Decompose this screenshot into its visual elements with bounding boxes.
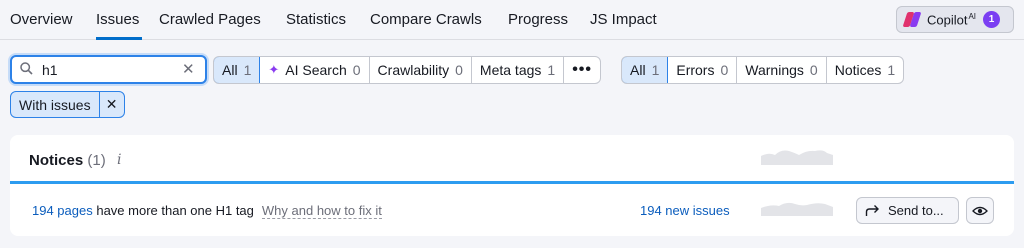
active-filter-chip: With issues ✕ [10,91,125,118]
tab-js-impact[interactable]: JS Impact [590,11,657,28]
tab-compare-crawls[interactable]: Compare Crawls [370,11,482,28]
active-tab-indicator [96,37,142,40]
more-categories-button[interactable]: ••• [564,57,600,83]
trend-sparkline-row [761,202,833,216]
search-value: h1 [42,62,58,78]
how-to-fix-link[interactable]: Why and how to fix it [261,203,382,219]
issue-description: have more than one H1 tag [92,203,254,218]
copilot-label: CopilotAI [927,11,977,28]
forward-arrow-icon [865,205,879,216]
remove-filter-icon[interactable]: ✕ [100,92,124,117]
tab-issues[interactable]: Issues [96,11,139,28]
category-crawlability[interactable]: Crawlability 0 [370,57,472,83]
top-navigation: Overview Issues Crawled Pages Statistics… [0,0,1024,40]
copilot-badge: 1 [983,11,1001,28]
tab-crawled-pages[interactable]: Crawled Pages [159,11,261,28]
send-to-button[interactable]: Send to... [856,197,959,224]
search-input[interactable]: h1 ✕ [10,55,207,84]
search-icon [20,62,33,75]
view-button[interactable] [966,197,994,224]
category-filter: All 1 ✦ AI Search 0 Crawlability 0 Meta tags… [213,56,602,84]
trend-sparkline-header [761,150,833,165]
severity-filter: All 1 Errors 0 Warnings 0 Notices 1 [621,56,905,84]
card-divider-bar [10,181,1014,184]
card-title: Notices (1) [29,152,106,169]
copilot-ai-superscript: AI [968,11,977,21]
severity-all[interactable]: All 1 [622,57,669,83]
pages-link[interactable]: 194 pages [32,203,93,218]
severity-warnings[interactable]: Warnings 0 [737,57,827,83]
category-all[interactable]: All 1 [214,57,261,83]
info-icon[interactable]: i [117,152,121,168]
more-icon: ••• [572,61,593,78]
new-issues-link[interactable]: 194 new issues [640,203,730,218]
close-icon[interactable]: ✕ [182,60,195,78]
filter-chip-label[interactable]: With issues [11,92,100,117]
send-to-label: Send to... [888,203,944,218]
category-ai-search[interactable]: ✦ AI Search 0 [260,57,370,83]
category-meta-tags[interactable]: Meta tags 1 [472,57,565,83]
tab-progress[interactable]: Progress [508,11,568,28]
severity-notices[interactable]: Notices 1 [827,57,903,83]
notices-card: Notices (1) i 194 pages have more than o… [10,135,1014,236]
eye-icon [972,206,988,215]
copilot-logo-icon [902,12,922,27]
sparkle-icon: ✦ [268,62,280,77]
copilot-button[interactable]: CopilotAI 1 [896,6,1014,33]
severity-errors[interactable]: Errors 0 [668,57,738,83]
issue-row: 194 pages have more than one H1 tag Why a… [32,203,382,219]
card-count: (1) [87,152,106,169]
tab-statistics[interactable]: Statistics [286,11,346,28]
tab-overview[interactable]: Overview [10,11,73,28]
